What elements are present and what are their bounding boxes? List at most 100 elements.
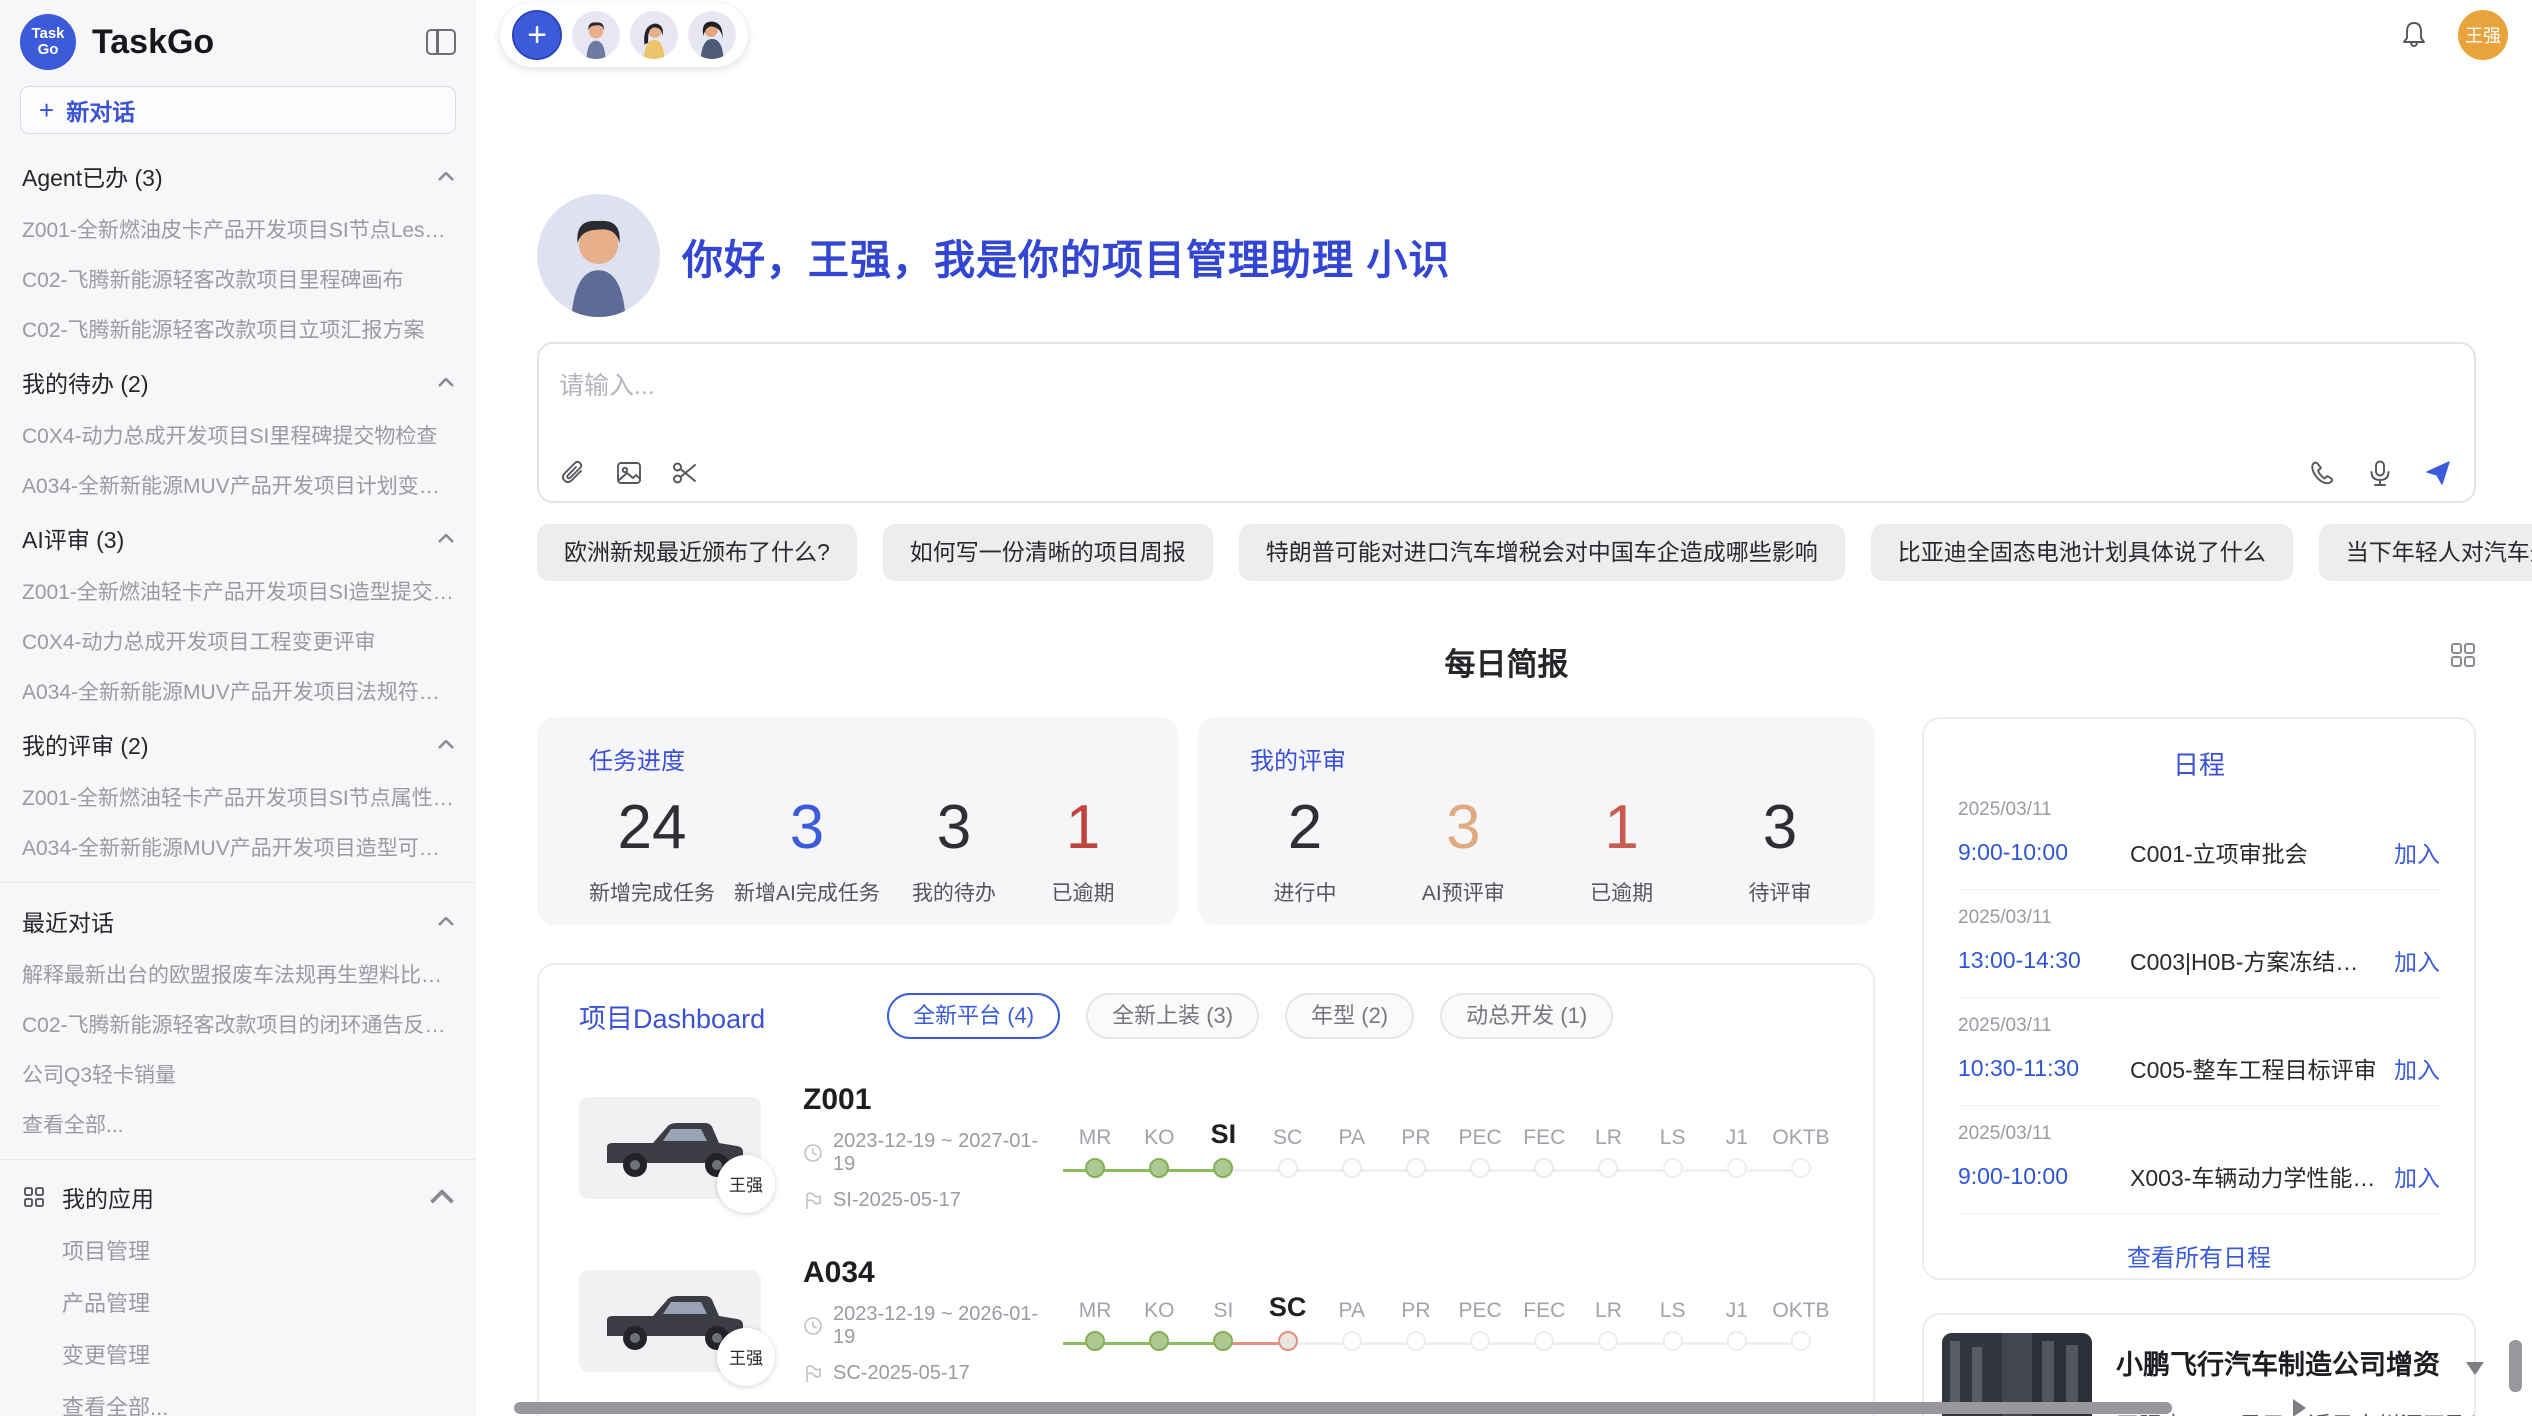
main-area: + 王强 你好，王强，我是你的项目管理: [476, 0, 2532, 1416]
schedule-time: 9:00-10:00: [1958, 1163, 2130, 1190]
milestone-dot-row: [1769, 1329, 1833, 1359]
chat-input[interactable]: 请输入...: [537, 342, 2476, 503]
send-icon[interactable]: [2424, 459, 2452, 487]
join-meeting-link[interactable]: 加入: [2394, 943, 2440, 977]
chevron-up-icon[interactable]: [430, 1185, 454, 1209]
dashboard-tab[interactable]: 年型 (2): [1285, 993, 1414, 1039]
chevron-up-icon[interactable]: [438, 917, 454, 926]
stat-item: 1已逾期: [1567, 792, 1677, 907]
layout-grid-icon[interactable]: [2450, 642, 2476, 668]
recent-chat-item[interactable]: 公司Q3轻卡销量: [0, 1049, 476, 1099]
milestone-dot-row: [1384, 1156, 1448, 1186]
stat-card-title: 我的评审: [1250, 741, 1835, 776]
add-member-button[interactable]: +: [512, 10, 562, 60]
milestone-dot: [1470, 1158, 1490, 1178]
member-avatar-3[interactable]: [688, 11, 736, 59]
schedule-row: 9:00-10:00X003-车辆动力学性能验...加入: [1958, 1159, 2440, 1193]
dashboard-tab[interactable]: 全新上装 (3): [1086, 993, 1259, 1039]
suggestion-chip[interactable]: 特朗普可能对进口汽车增税会对中国车企造成哪些影响: [1239, 524, 1845, 581]
milestone-label: OKTB: [1769, 1110, 1833, 1150]
project-row: 王强Z0012023-12-19 ~ 2027-01-19SI-2025-05-…: [579, 1083, 1833, 1212]
recent-chat-item[interactable]: 查看全部...: [0, 1099, 476, 1149]
microphone-icon[interactable]: [2366, 459, 2394, 487]
milestone-label: PEC: [1448, 1283, 1512, 1323]
member-avatar-1[interactable]: [572, 11, 620, 59]
phone-icon[interactable]: [2308, 459, 2336, 487]
milestone-dot: [1727, 1158, 1747, 1178]
attachment-icon[interactable]: [559, 459, 587, 487]
notifications-bell-icon[interactable]: [2400, 20, 2428, 50]
schedule-date: 2025/03/11: [1958, 1015, 2440, 1037]
stat-card-title: 任务进度: [589, 741, 1138, 776]
sidebar-app-item[interactable]: 变更管理: [0, 1328, 476, 1380]
sidebar-task-item[interactable]: C02-飞腾新能源轻客改款项目里程碑画布: [0, 254, 476, 304]
scroll-right-arrow[interactable]: [2293, 1399, 2306, 1416]
join-meeting-link[interactable]: 加入: [2394, 1159, 2440, 1193]
recent-chat-item[interactable]: 解释最新出台的欧盟报废车法规再生塑料比例被调至15%...: [0, 949, 476, 999]
sidebar-task-item[interactable]: C0X4-动力总成开发项目工程变更评审: [0, 616, 476, 666]
collapse-sidebar-icon[interactable]: [426, 29, 456, 55]
sidebar-task-item[interactable]: A034-全新新能源MUV产品开发项目计划变更表编写: [0, 460, 476, 510]
image-icon[interactable]: [615, 459, 643, 487]
view-all-schedule-link[interactable]: 查看所有日程: [1958, 1214, 2440, 1280]
sidebar-app-item[interactable]: 查看全部...: [0, 1380, 476, 1416]
milestone: J1: [1705, 1110, 1769, 1186]
milestone: FEC: [1512, 1110, 1576, 1186]
milestone-label: MR: [1063, 1110, 1127, 1150]
horizontal-scrollbar-thumb[interactable]: [514, 1402, 2172, 1414]
milestone: FEC: [1512, 1283, 1576, 1359]
suggestion-chip[interactable]: 当下年轻人对汽车外观有怎样的喜好趋势: [2319, 524, 2532, 581]
project-code: Z001: [803, 1083, 1055, 1117]
join-meeting-link[interactable]: 加入: [2394, 1051, 2440, 1085]
dashboard-tab[interactable]: 全新平台 (4): [887, 993, 1060, 1039]
milestone-dot-row: [1191, 1329, 1255, 1359]
sidebar-task-item[interactable]: Z001-全新燃油轻卡产品开发项目SI节点属性5D文件评审: [0, 772, 476, 822]
sidebar-section-label: 我的待办 (2): [22, 365, 149, 399]
milestone-label: PR: [1384, 1110, 1448, 1150]
app-screen: Task Go TaskGo + 新对话 Agent已办 (3)Z001-全新燃…: [0, 0, 2532, 1416]
member-avatar-2[interactable]: [630, 11, 678, 59]
sidebar-section-header[interactable]: Agent已办 (3): [0, 148, 476, 204]
dashboard-title: 项目Dashboard: [579, 997, 765, 1036]
suggestion-chip[interactable]: 比亚迪全固态电池计划具体说了什么: [1871, 524, 2293, 581]
recent-chat-item[interactable]: C02-飞腾新能源轻客改款项目的闭环通告反馈情况: [0, 999, 476, 1049]
vertical-scrollbar-thumb[interactable]: [2509, 1340, 2522, 1392]
chevron-up-icon[interactable]: [438, 740, 454, 749]
stat-item: 3新增AI完成任务: [734, 792, 880, 907]
sidebar-task-item[interactable]: C02-飞腾新能源轻客改款项目立项汇报方案: [0, 304, 476, 354]
sidebar-task-item[interactable]: C0X4-动力总成开发项目SI里程碑提交物检查: [0, 410, 476, 460]
new-chat-button[interactable]: + 新对话: [20, 86, 456, 134]
sidebar-task-item[interactable]: A034-全新新能源MUV产品开发项目造型可行性评审: [0, 822, 476, 872]
join-meeting-link[interactable]: 加入: [2394, 835, 2440, 869]
sidebar-app-item[interactable]: 产品管理: [0, 1276, 476, 1328]
sidebar-task-item[interactable]: A034-全新新能源MUV产品开发项目法规符合性评审: [0, 666, 476, 716]
news-card[interactable]: 小鹏飞行汽车制造公司增资 天眼查 App 显示，近日广州汇天飞行汽...: [1922, 1313, 2476, 1416]
sidebar-section-header[interactable]: AI评审 (3): [0, 510, 476, 566]
team-avatar-group: +: [500, 3, 748, 67]
suggestion-chip[interactable]: 如何写一份清晰的项目周报: [883, 524, 1213, 581]
flag-icon: [803, 1364, 823, 1384]
sidebar-section-header[interactable]: 最近对话: [0, 893, 476, 949]
milestone-dot: [1534, 1331, 1554, 1351]
schedule-date: 2025/03/11: [1958, 907, 2440, 929]
suggestion-chip[interactable]: 欧洲新规最近颁布了什么?: [537, 524, 857, 581]
milestone-label: SC: [1256, 1110, 1320, 1150]
chevron-up-icon[interactable]: [438, 534, 454, 543]
sidebar-task-item[interactable]: Z001-全新燃油轻卡产品开发项目SI造型提交物评审: [0, 566, 476, 616]
sidebar-section-label: 最近对话: [22, 904, 114, 938]
milestone-dot-row: [1769, 1156, 1833, 1186]
chevron-up-icon[interactable]: [438, 378, 454, 387]
dashboard-tab[interactable]: 动总开发 (1): [1440, 993, 1613, 1039]
chevron-up-icon[interactable]: [438, 172, 454, 181]
suggestion-chips: 欧洲新规最近颁布了什么? 如何写一份清晰的项目周报特朗普可能对进口汽车增税会对中国…: [537, 524, 2476, 581]
logo-text-bottom: Go: [38, 42, 59, 58]
clock-icon: [803, 1143, 823, 1163]
sidebar-item-my-apps[interactable]: 我的应用: [0, 1170, 476, 1224]
scroll-down-arrow[interactable]: [2466, 1362, 2484, 1375]
sidebar-section-header[interactable]: 我的待办 (2): [0, 354, 476, 410]
user-avatar[interactable]: 王强: [2458, 10, 2508, 60]
sidebar-app-item[interactable]: 项目管理: [0, 1224, 476, 1276]
sidebar-task-item[interactable]: Z001-全新燃油皮卡产品开发项目SI节点Lesson Learn报告: [0, 204, 476, 254]
sidebar-section-header[interactable]: 我的评审 (2): [0, 716, 476, 772]
scissors-icon[interactable]: [671, 459, 699, 487]
